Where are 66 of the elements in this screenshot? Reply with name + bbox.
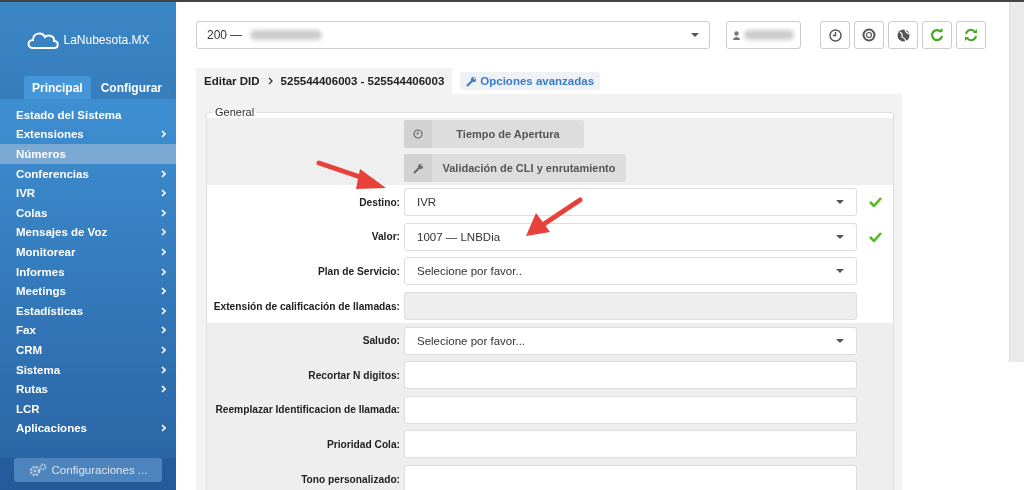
logo-text: LaNubesota.MX	[63, 33, 150, 47]
input-field[interactable]	[404, 465, 857, 490]
input-field[interactable]	[404, 430, 857, 459]
redacted-text	[744, 30, 794, 40]
field-label: Tono personalizado:	[300, 473, 401, 485]
sidebar-item[interactable]: Informes	[0, 261, 176, 282]
sidebar-item[interactable]: Sistema	[0, 359, 176, 380]
advanced-options-link[interactable]: Opciones avanzadas	[460, 72, 601, 90]
user-button[interactable]	[726, 21, 801, 49]
wrench-icon	[412, 162, 424, 174]
breadcrumb-text: Editar DID	[204, 75, 260, 87]
field-label: Saludo:	[361, 335, 401, 347]
field-label: Extensión de calificación de llamadas:	[212, 300, 401, 312]
toolbar-button[interactable]	[820, 21, 850, 49]
sidebar-item[interactable]: Colas	[0, 202, 176, 223]
gears-icon	[28, 463, 47, 477]
caret-icon	[836, 234, 844, 239]
annotation-arrow	[524, 196, 584, 238]
select-field[interactable]: IVR	[404, 188, 857, 217]
sidebar-item[interactable]: Conferencias	[0, 163, 176, 184]
sidebar-item[interactable]: Números	[0, 144, 176, 164]
field-label: Reemplazar Identificacion de llamada:	[214, 404, 401, 416]
select-field[interactable]: 1007 — LNBDia	[404, 222, 857, 251]
sidebar-item[interactable]: Estado del Sistema	[0, 105, 176, 125]
sidebar-item[interactable]: CRM	[0, 340, 176, 360]
fieldset-legend: General	[213, 106, 257, 118]
sidebar-item[interactable]: Rutas	[0, 379, 176, 399]
account-select[interactable]: 200 —	[196, 21, 710, 49]
sidebar-item[interactable]: Fax	[0, 320, 176, 341]
field-label: Destino:	[358, 196, 401, 208]
toolbar-button[interactable]	[888, 21, 918, 49]
sidebar-item[interactable]: Extensiones	[0, 124, 176, 145]
sidebar-item[interactable]: Meetings	[0, 281, 176, 301]
input-field[interactable]	[404, 395, 857, 424]
breadcrumb-text: 525544406003 - 525544406003	[280, 75, 445, 87]
sidebar-item[interactable]: Mensajes de Voz	[0, 222, 176, 243]
field-label: Valor:	[370, 231, 401, 243]
caret-icon	[836, 200, 844, 205]
user-icon	[733, 30, 740, 40]
sidebar-item[interactable]: IVR	[0, 183, 176, 203]
scrollbar[interactable]	[1009, 2, 1024, 362]
section-button[interactable]: Validación de CLI y enrutamiento	[404, 154, 626, 182]
section-button[interactable]: Tiempo de Apertura	[404, 120, 584, 148]
settings-button[interactable]: Configuraciones ...	[14, 458, 162, 482]
chevron-icon	[267, 77, 273, 85]
breadcrumb-tab[interactable]: Editar DID 525544406003 - 525544406003	[196, 68, 453, 94]
toolbar-button[interactable]	[854, 21, 884, 49]
sidebar-tab[interactable]: Principal	[24, 76, 91, 99]
sidebar-item[interactable]: Monitorear	[0, 242, 176, 262]
clock-icon	[413, 129, 423, 139]
cloud-logo-icon	[26, 30, 61, 50]
caret-icon	[836, 338, 844, 343]
caret-icon	[691, 33, 699, 37]
select-field[interactable]: Selecione por favor...	[404, 326, 857, 355]
sidebar-item[interactable]: Estadísticas	[0, 300, 176, 321]
sidebar-item[interactable]: Aplicaciones	[0, 418, 176, 439]
select-field[interactable]: Selecione por favor..	[404, 257, 857, 286]
input-field[interactable]	[404, 292, 857, 321]
field-label: Plan de Servicio:	[316, 266, 401, 277]
wrench-icon	[466, 75, 478, 87]
caret-icon	[836, 269, 844, 274]
input-field[interactable]	[404, 361, 857, 390]
annotation-arrow	[316, 159, 388, 191]
sidebar-item[interactable]: LCR	[0, 398, 176, 419]
field-label: Prioridad Cola:	[325, 438, 401, 450]
field-label: Recortar N digitos:	[307, 369, 401, 381]
